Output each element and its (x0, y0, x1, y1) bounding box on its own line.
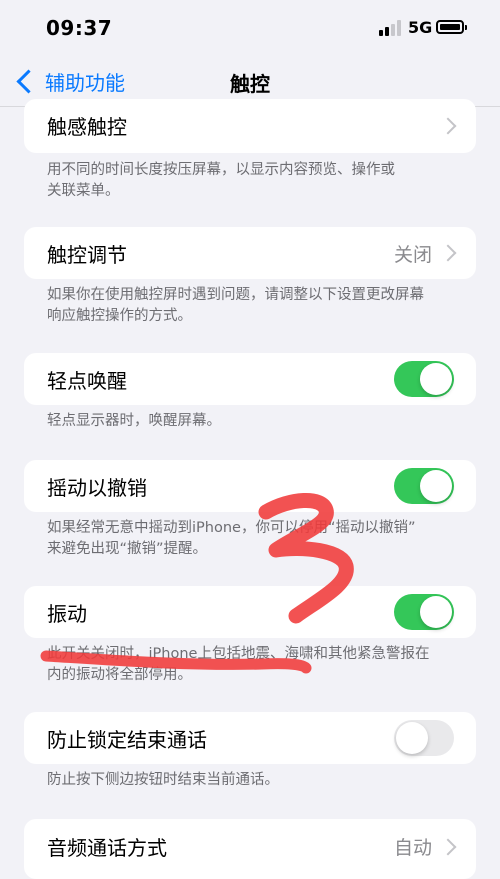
network-type: 5G (408, 18, 433, 37)
prevent-lock-end-call-toggle[interactable] (394, 720, 454, 756)
touch-accommodations-value: 关闭 (393, 244, 432, 266)
vibration-toggle[interactable] (394, 594, 454, 630)
vibration-footer: 此开关关闭时，iPhone上包括地震、海啸和其他紧急警报在 内的振动将全部停用。 (47, 646, 430, 683)
page-title: 触控 (230, 72, 270, 96)
tap-to-wake-toggle[interactable] (394, 361, 454, 397)
status-time: 09:37 (46, 16, 113, 40)
chevron-right-icon (439, 117, 457, 135)
battery-icon (436, 20, 467, 34)
touch-accommodations-label: 触控调节 (47, 243, 127, 267)
haptic-touch-footer: 用不同的时间长度按压屏幕，以显示内容预览、操作或 关联菜单。 (47, 162, 395, 199)
call-audio-routing-row[interactable]: 音频通话方式 自动 (24, 819, 476, 879)
call-audio-routing-value: 自动 (393, 837, 432, 859)
status-bar: 09:37 5G (0, 0, 500, 56)
chevron-right-icon (439, 244, 457, 262)
haptic-touch-label: 触感触控 (47, 115, 127, 139)
touch-accommodations-row[interactable]: 触控调节 关闭 (24, 227, 476, 279)
shake-to-undo-label: 摇动以撤销 (47, 476, 147, 500)
signal-icon (379, 20, 403, 36)
tap-to-wake-row: 轻点唤醒 (24, 353, 476, 405)
call-audio-routing-label: 音频通话方式 (47, 836, 167, 860)
vibration-row: 振动 (24, 586, 476, 638)
tap-to-wake-label: 轻点唤醒 (47, 369, 127, 393)
shake-to-undo-row: 摇动以撤销 (24, 460, 476, 512)
tap-to-wake-footer: 轻点显示器时，唤醒屏幕。 (47, 413, 221, 429)
prevent-lock-end-call-row: 防止锁定结束通话 (24, 712, 476, 764)
chevron-right-icon (439, 838, 457, 856)
prevent-lock-end-call-label: 防止锁定结束通话 (47, 728, 207, 752)
vibration-label: 振动 (47, 602, 87, 626)
haptic-touch-row[interactable]: 触感触控 (24, 99, 476, 153)
shake-to-undo-toggle[interactable] (394, 468, 454, 504)
touch-accommodations-footer: 如果你在使用触控屏时遇到问题，请调整以下设置更改屏幕 响应触控操作的方式。 (47, 287, 424, 324)
shake-to-undo-footer: 如果经常无意中摇动到iPhone，你可以停用“摇动以撤销” 来避免出现“撤销”提… (47, 520, 416, 557)
prevent-lock-end-call-footer: 防止按下侧边按钮时结束当前通话。 (47, 772, 279, 788)
